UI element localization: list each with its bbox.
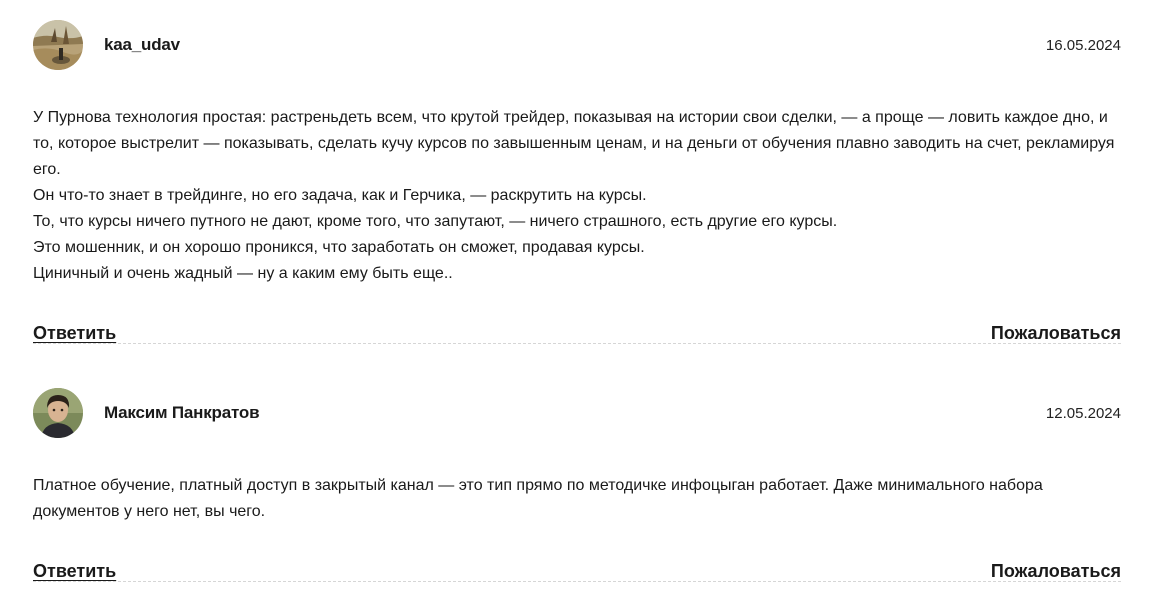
comment-header: kaa_udav 16.05.2024 bbox=[33, 20, 1121, 72]
report-link[interactable]: Пожаловаться bbox=[991, 323, 1121, 344]
comment-paragraph: У Пурнова технология простая: растреньде… bbox=[33, 109, 1115, 178]
landscape-photo-avatar-icon bbox=[33, 20, 83, 70]
reply-link[interactable]: Ответить bbox=[33, 323, 116, 344]
avatar[interactable] bbox=[33, 20, 83, 70]
comment-paragraph: Циничный и очень жадный — ну а каким ему… bbox=[33, 265, 453, 282]
comment-paragraph: То, что курсы ничего путного не дают, кр… bbox=[33, 213, 838, 230]
comment-paragraph: Он что-то знает в трейдинге, но его зада… bbox=[33, 187, 647, 204]
comment-date: 16.05.2024 bbox=[1045, 37, 1121, 54]
comment-paragraph: Это мошенник, и он хорошо проникся, что … bbox=[33, 239, 645, 256]
comment-item: kaa_udav 16.05.2024 У Пурнова технология… bbox=[33, 20, 1121, 347]
comments-list: kaa_udav 16.05.2024 У Пурнова технология… bbox=[0, 0, 1155, 589]
comment-header: Максим Панкратов 12.05.2024 bbox=[33, 388, 1121, 440]
comment-text: У Пурнова технология простая: растреньде… bbox=[33, 105, 1121, 287]
comment-paragraph: Платное обучение, платный доступ в закры… bbox=[33, 477, 1043, 520]
comment-divider bbox=[33, 581, 1121, 582]
comment-date: 12.05.2024 bbox=[1045, 405, 1121, 422]
reply-link[interactable]: Ответить bbox=[33, 561, 116, 582]
avatar[interactable] bbox=[33, 388, 83, 438]
person-photo-avatar-icon bbox=[33, 388, 83, 438]
comment-author: Максим Панкратов bbox=[104, 403, 260, 422]
report-link[interactable]: Пожаловаться bbox=[991, 561, 1121, 582]
comment-author: kaa_udav bbox=[104, 35, 180, 54]
comment-item: Максим Панкратов 12.05.2024 Платное обуч… bbox=[33, 388, 1121, 585]
comment-text: Платное обучение, платный доступ в закры… bbox=[33, 473, 1121, 525]
comment-divider bbox=[33, 343, 1121, 344]
